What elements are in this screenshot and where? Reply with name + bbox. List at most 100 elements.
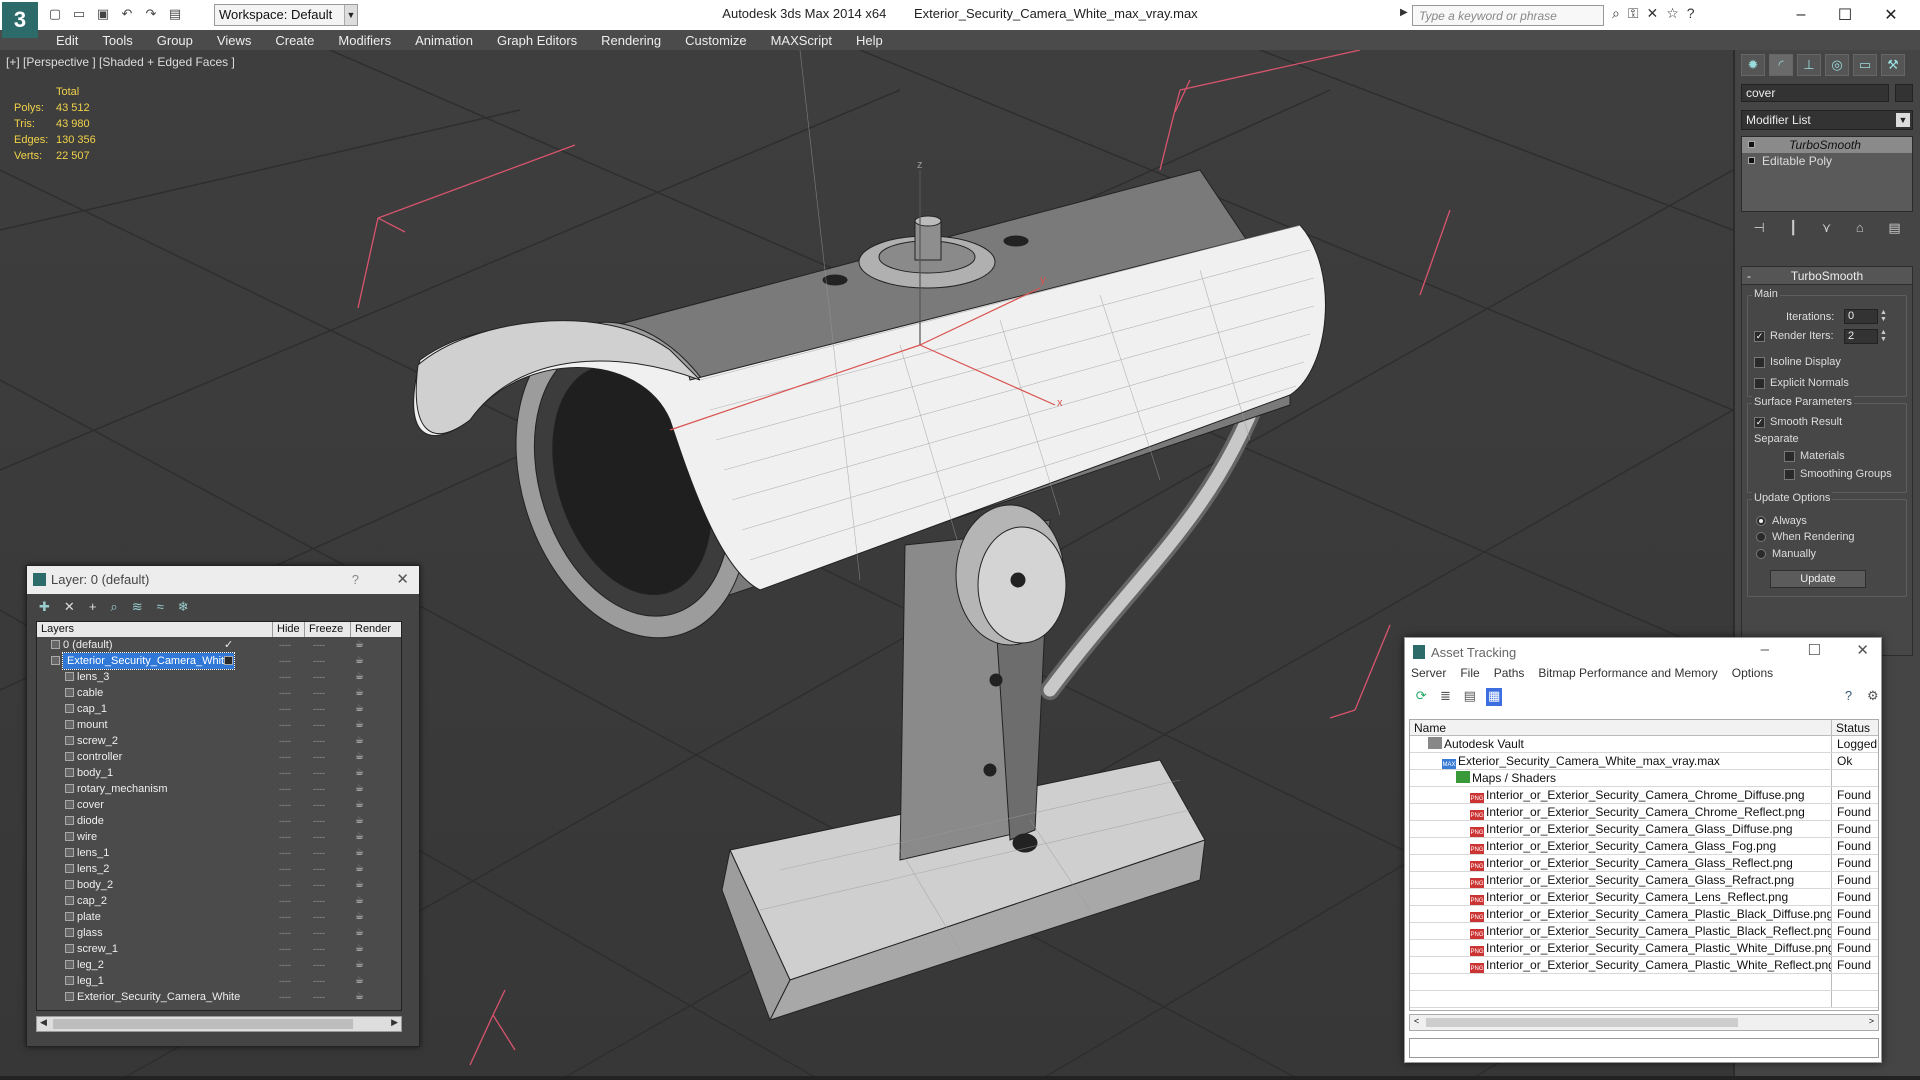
column-name[interactable]: Name [1410,720,1832,735]
layer-row[interactable]: screw_2 ---- ---- ☕ [37,733,401,749]
close-icon[interactable]: ✕ [396,570,409,588]
freeze-toggle[interactable]: ---- [313,925,325,941]
layer-row[interactable]: body_2 ---- ---- ☕ [37,877,401,893]
render-teapot-icon[interactable]: ☕ [355,909,364,925]
hide-toggle[interactable]: ---- [279,909,291,925]
render-teapot-icon[interactable]: ☕ [355,925,364,941]
render-teapot-icon[interactable]: ☕ [355,941,364,957]
hide-toggle[interactable]: ---- [279,973,291,989]
layer-window-titlebar[interactable]: Layer: 0 (default) ? ✕ [27,566,419,594]
hide-toggle[interactable]: ---- [279,893,291,909]
hide-toggle[interactable]: ---- [279,717,291,733]
scroll-right-icon[interactable]: > [1869,1016,1874,1026]
render-teapot-icon[interactable]: ☕ [355,653,364,669]
hide-toggle[interactable]: ---- [279,797,291,813]
hide-toggle[interactable]: ---- [279,925,291,941]
asset-path-field[interactable] [1409,1038,1879,1058]
menu-file[interactable]: File [1460,666,1479,684]
hide-toggle[interactable]: ---- [279,877,291,893]
freeze-toggle[interactable]: ---- [313,909,325,925]
hide-all-icon[interactable]: ≈ [157,599,164,620]
always-radio[interactable] [1756,516,1766,526]
render-teapot-icon[interactable]: ☕ [355,781,364,797]
render-teapot-icon[interactable]: ☕ [355,877,364,893]
freeze-toggle[interactable]: ---- [313,653,325,669]
asset-row[interactable]: PNG Interior_or_Exterior_Security_Camera_… [1410,906,1878,923]
help-icon[interactable]: ? [1840,688,1856,706]
open-file-icon[interactable]: ▭ [70,5,88,23]
scrollbar-thumb[interactable] [53,1019,353,1029]
object-name-field[interactable]: cover [1741,84,1889,102]
when-rendering-radio[interactable] [1756,532,1766,542]
app-menu-button[interactable]: 3 [2,2,38,38]
freeze-toggle[interactable]: ---- [313,749,325,765]
freeze-all-icon[interactable]: ❄ [178,599,189,620]
menu-views[interactable]: Views [205,30,263,50]
new-file-icon[interactable]: ▢ [46,5,64,23]
search-input[interactable]: Type a keyword or phrase [1412,5,1604,26]
layer-row[interactable]: Exterior_Security_Camera_White ---- ---- ☕ [37,989,401,1005]
show-end-result-icon[interactable]: ┃ [1789,220,1797,236]
freeze-toggle[interactable]: ---- [313,797,325,813]
binoculars-icon[interactable]: ⌕ [1612,5,1620,22]
list-view-icon[interactable]: ≣ [1437,688,1453,706]
spinner-arrows-icon[interactable]: ▲ ▼ [1880,329,1888,344]
current-layer-toggle-icon[interactable] [224,656,233,665]
save-icon[interactable]: ▣ [94,5,112,23]
hide-toggle[interactable]: ---- [279,765,291,781]
scroll-right-icon[interactable]: ▶ [391,1017,398,1028]
render-teapot-icon[interactable]: ☕ [355,845,364,861]
freeze-toggle[interactable]: ---- [313,717,325,733]
hide-toggle[interactable]: ---- [279,701,291,717]
layer-row[interactable]: wire ---- ---- ☕ [37,829,401,845]
menu-tools[interactable]: Tools [90,30,144,50]
asset-row[interactable]: PNG Interior_or_Exterior_Security_Camera_… [1410,889,1878,906]
render-teapot-icon[interactable]: ☕ [355,893,364,909]
current-layer-check-icon[interactable]: ✓ [224,637,233,653]
asset-tracking-titlebar[interactable]: Asset Tracking – ☐ ✕ [1405,638,1881,666]
freeze-toggle[interactable]: ---- [313,989,325,1005]
asset-row[interactable]: PNG Interior_or_Exterior_Security_Camera_… [1410,872,1878,889]
render-teapot-icon[interactable]: ☕ [355,669,364,685]
make-unique-icon[interactable]: ⋎ [1822,220,1832,236]
layer-row[interactable]: body_1 ---- ---- ☕ [37,765,401,781]
layer-row[interactable]: rotary_mechanism ---- ---- ☕ [37,781,401,797]
select-in-layer-icon[interactable]: ⌕ [110,599,117,620]
scrollbar-thumb[interactable] [1426,1018,1738,1027]
menu-graph-editors[interactable]: Graph Editors [485,30,589,50]
menu-options[interactable]: Options [1732,666,1773,684]
render-teapot-icon[interactable]: ☕ [355,861,364,877]
layer-row[interactable]: plate ---- ---- ☕ [37,909,401,925]
freeze-toggle[interactable]: ---- [313,957,325,973]
layer-row[interactable]: leg_1 ---- ---- ☕ [37,973,401,989]
menu-animation[interactable]: Animation [403,30,485,50]
viewport-label[interactable]: [+] [Perspective ] [Shaded + Edged Faces… [6,55,235,69]
hide-toggle[interactable]: ---- [279,829,291,845]
isoline-display-checkbox[interactable] [1754,357,1765,368]
freeze-toggle[interactable]: ---- [313,637,325,653]
render-teapot-icon[interactable]: ☕ [355,701,364,717]
render-teapot-icon[interactable]: ☕ [355,749,364,765]
render-teapot-icon[interactable]: ☕ [355,829,364,845]
menu-rendering[interactable]: Rendering [589,30,673,50]
hierarchy-tab-icon[interactable]: ⊥ [1797,54,1821,76]
layer-row[interactable]: lens_3 ---- ---- ☕ [37,669,401,685]
freeze-toggle[interactable]: ---- [313,941,325,957]
help-icon[interactable]: ? [1687,5,1695,22]
tools-icon[interactable]: ✕ [1647,5,1659,22]
modifier-list-dropdown[interactable]: Modifier List ▼ [1741,110,1913,130]
layer-row[interactable]: glass ---- ---- ☕ [37,925,401,941]
render-teapot-icon[interactable]: ☕ [355,813,364,829]
menu-server[interactable]: Server [1411,666,1446,684]
refresh-icon[interactable]: ⟳ [1413,688,1429,706]
asset-horizontal-scrollbar[interactable]: < > [1409,1014,1879,1031]
settings-icon[interactable]: ⚙ [1865,688,1881,706]
menu-paths[interactable]: Paths [1494,666,1525,684]
render-teapot-icon[interactable]: ☕ [355,637,364,653]
pin-stack-icon[interactable]: ⊣ [1753,220,1764,236]
undo-icon[interactable]: ↶ [118,5,136,23]
freeze-toggle[interactable]: ---- [313,781,325,797]
layer-row[interactable]: lens_2 ---- ---- ☕ [37,861,401,877]
column-status[interactable]: Status [1832,720,1870,735]
freeze-toggle[interactable]: ---- [313,973,325,989]
